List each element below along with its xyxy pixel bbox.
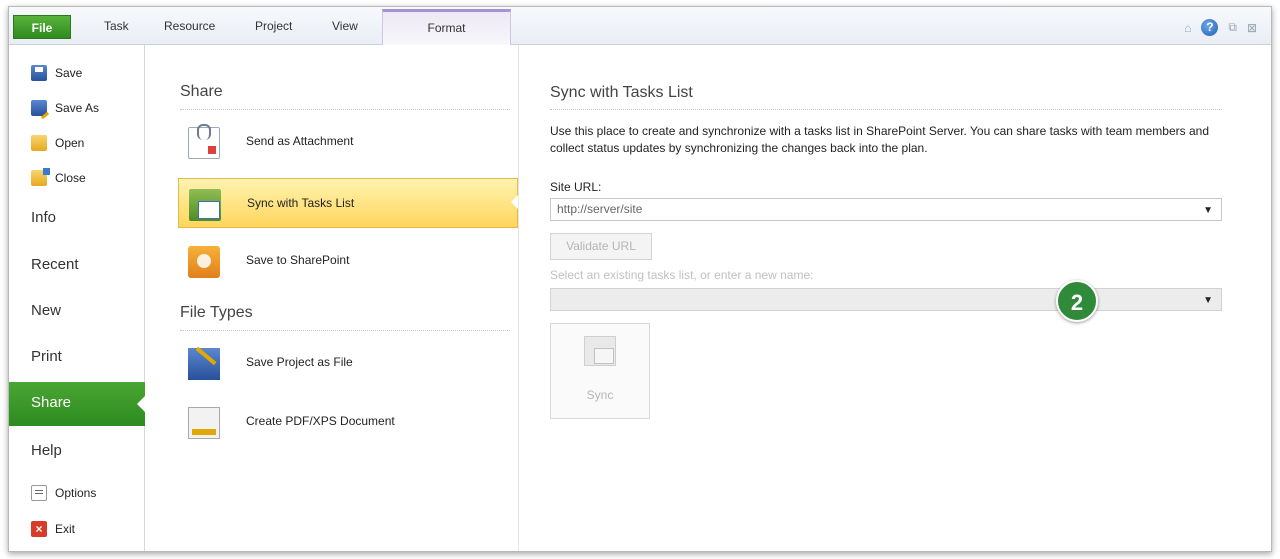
sync-detail-panel: Sync with Tasks List Use this place to c… [520,45,1271,551]
option-create-pdf-xps[interactable]: Create PDF/XPS Document [178,397,518,447]
sync-panel-title: Sync with Tasks List [550,84,693,101]
option-send-as-attachment[interactable]: Send as Attachment [178,117,518,167]
nav-save[interactable]: Save [31,65,82,81]
tasks-list-hint: Select an existing tasks list, or enter … [550,268,814,282]
file-types-section-divider [180,330,510,331]
option-sync-with-tasks-list-label: Sync with Tasks List [247,196,355,210]
sync-button-label: Sync [586,388,614,402]
nav-print[interactable]: Print [31,348,62,365]
attachment-icon [188,124,220,159]
tab-format[interactable]: Format [382,9,511,45]
nav-share[interactable]: Share [9,382,145,426]
sync-tasks-icon [189,189,221,221]
tasks-list-dropdown-icon[interactable]: ▼ [1203,290,1213,311]
option-send-as-attachment-label: Send as Attachment [246,134,354,148]
nav-recent[interactable]: Recent [31,256,79,273]
pdf-xps-icon [188,407,220,439]
nav-share-label: Share [31,394,72,411]
open-folder-icon [31,135,47,151]
nav-save-label: Save [55,66,83,80]
sync-description: Use this place to create and synchronize… [550,124,1209,155]
share-section-divider [180,109,510,110]
options-icon [31,485,47,501]
callout-badge: 2 [1056,280,1098,322]
nav-exit[interactable]: × Exit [31,521,75,537]
exit-icon: × [31,521,47,537]
nav-options-label: Options [55,486,97,500]
sync-icon [584,336,616,366]
validate-url-button[interactable]: Validate URL [550,233,652,260]
restore-window-icon[interactable]: ⧉ [1228,20,1237,35]
option-save-project-as-file[interactable]: Save Project as File [178,338,518,388]
window-controls: ⌂ ? ⧉ ⊠ [1184,19,1257,36]
nav-new[interactable]: New [31,302,61,319]
share-section-title: Share [180,83,223,100]
save-as-icon [31,100,47,116]
project-backstage-window: File Task Resource Project View Format ⌂… [8,6,1272,552]
tab-view[interactable]: View [332,19,358,33]
nav-save-as[interactable]: Save As [31,100,99,116]
site-url-label: Site URL: [550,180,602,194]
nav-save-as-label: Save As [55,101,100,115]
ribbon-tab-bar: File Task Resource Project View Format ⌂… [9,7,1271,45]
minimize-ribbon-icon[interactable]: ⌂ [1184,21,1191,35]
nav-info[interactable]: Info [31,209,56,226]
save-icon [31,65,47,81]
site-url-dropdown-icon[interactable]: ▼ [1203,200,1213,221]
option-save-to-sharepoint[interactable]: Save to SharePoint [178,236,518,286]
nav-open[interactable]: Open [31,135,84,151]
option-sync-with-tasks-list[interactable]: Sync with Tasks List [178,178,518,228]
backstage-nav: Save Save As Open Close Info Recent New … [9,45,145,551]
sync-panel-divider [550,109,1222,110]
nav-open-label: Open [55,136,85,150]
nav-help[interactable]: Help [31,442,62,459]
tab-project[interactable]: Project [255,19,292,33]
close-window-icon[interactable]: ⊠ [1247,21,1257,35]
nav-close[interactable]: Close [31,168,86,186]
site-url-value: http://server/site [557,202,643,216]
tab-task[interactable]: Task [104,19,129,33]
tab-resource[interactable]: Resource [164,19,215,33]
sync-button[interactable]: Sync [550,323,650,419]
close-folder-icon [31,168,50,186]
option-save-to-sharepoint-label: Save to SharePoint [246,253,350,267]
nav-options[interactable]: Options [31,485,96,501]
option-create-pdf-xps-label: Create PDF/XPS Document [246,414,395,428]
file-types-section-title: File Types [180,304,253,321]
nav-exit-label: Exit [55,522,76,536]
option-save-project-as-file-label: Save Project as File [246,355,353,369]
help-icon[interactable]: ? [1201,19,1219,36]
tasks-list-combobox[interactable]: ▼ [550,288,1222,311]
site-url-combobox[interactable]: http://server/site ▼ [550,198,1222,221]
share-options-panel: Share Send as Attachment Sync with Tasks… [146,45,519,551]
nav-close-label: Close [55,171,86,185]
project-file-icon [188,348,220,380]
sharepoint-icon [188,246,220,278]
tab-file[interactable]: File [13,15,71,39]
